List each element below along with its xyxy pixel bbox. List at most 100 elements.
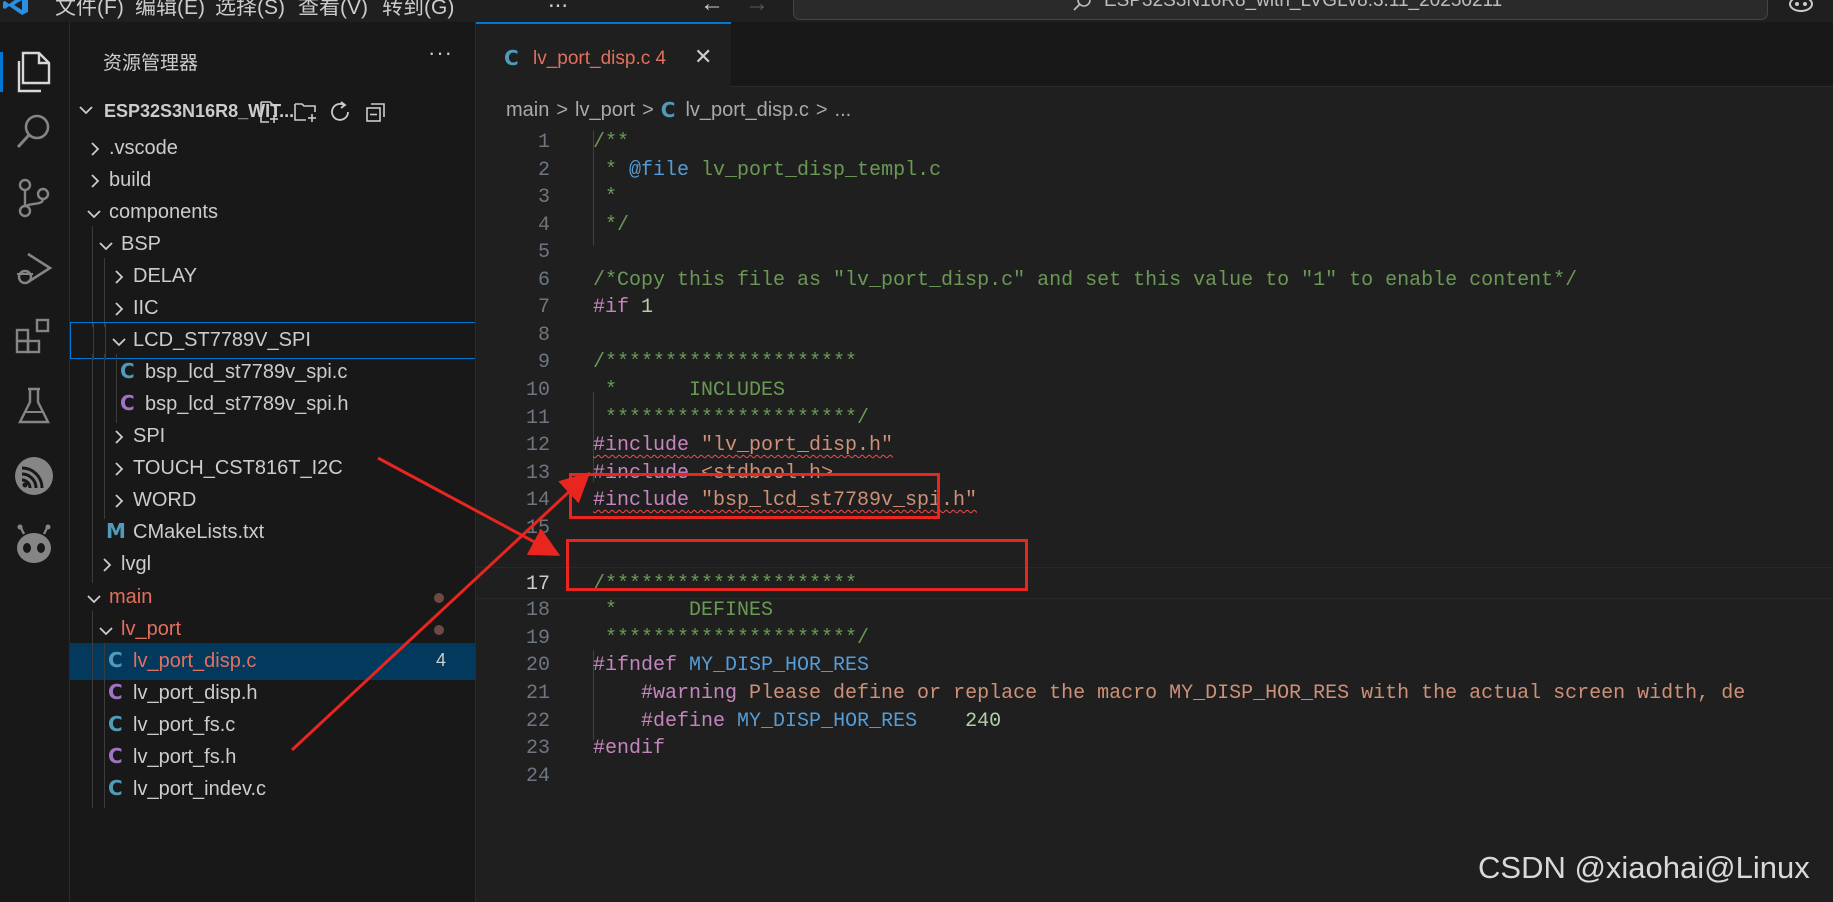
espressif-icon[interactable]: [10, 452, 58, 500]
code-text: * @file lv_port_disp_templ.c: [593, 158, 942, 182]
command-center[interactable]: ESP32S3N16R8_with_LVGLv8.3.11_20250211: [793, 0, 1768, 20]
c-file-icon: C: [660, 98, 676, 122]
tree-item-label: TOUCH_CST816T_I2C: [133, 457, 343, 479]
c-file-icon: C: [108, 776, 123, 800]
extensions-icon[interactable]: [10, 312, 58, 360]
tab-lv-port-disp-c[interactable]: C lv_port_disp.c 4 ✕: [476, 22, 731, 88]
collapse-all-icon[interactable]: [362, 98, 390, 126]
search-icon[interactable]: [10, 108, 58, 156]
c-file-icon: C: [504, 46, 519, 70]
csdn-watermark: CSDN @xiaohai@Linux: [1478, 850, 1810, 885]
chevron-right-icon: [115, 462, 124, 476]
source-control-icon[interactable]: [10, 174, 58, 222]
menu-file[interactable]: 文件(F): [55, 0, 124, 21]
line-number: 8: [537, 323, 550, 347]
tree-item-label: SPI: [133, 425, 166, 447]
vscode-logo-icon[interactable]: [2, 0, 30, 16]
tree-item-label: lv_port: [121, 618, 182, 640]
refresh-icon[interactable]: [327, 98, 355, 126]
chevron-right-icon: >: [642, 98, 654, 121]
back-arrow-icon[interactable]: ←: [700, 0, 724, 18]
line-number: 23: [525, 737, 550, 761]
line-number: 2: [537, 158, 550, 182]
menu-go[interactable]: 转到(G): [382, 0, 454, 21]
menu-selection[interactable]: 选择(S): [215, 0, 285, 21]
breadcrumb-main[interactable]: main: [506, 99, 549, 122]
problem-count-badge: 4: [436, 650, 447, 670]
c-file-icon: C: [120, 359, 135, 383]
line-number: 5: [537, 241, 550, 265]
tree-item-label: lv_port_fs.c: [133, 714, 236, 736]
line-number: 22: [525, 709, 550, 733]
new-folder-icon[interactable]: [292, 98, 320, 126]
tree-item-label: WORD: [133, 489, 197, 511]
tree-item-label: bsp_lcd_st7789v_spi.h: [145, 393, 349, 415]
workspace-folder-header[interactable]: ESP32S3N16R8_WIT...: [70, 92, 475, 130]
tree-item-label: IIC: [133, 297, 159, 319]
run-debug-icon[interactable]: [10, 244, 58, 292]
title-bar: 文件(F) 编辑(E) 选择(S) 查看(V) 转到(G) ... ← → ES…: [0, 0, 1833, 22]
line-number: 19: [525, 626, 550, 650]
highlight-box-lv-port-disp-include: [569, 473, 940, 519]
new-file-icon[interactable]: [255, 98, 283, 126]
modified-dot: [434, 625, 444, 635]
c-file-icon: C: [108, 648, 123, 672]
line-number: 18: [525, 599, 550, 623]
tree-item-lv-port-indev-c[interactable]: C lv_port_indev.c: [70, 771, 475, 808]
line-number: 12: [525, 434, 550, 458]
explorer-more-icon[interactable]: ···: [428, 40, 453, 66]
tree-item-label: components: [109, 201, 218, 223]
code-text: #if 1: [593, 296, 654, 320]
tree-item-label: build: [109, 169, 152, 191]
breadcrumb-lv-port[interactable]: lv_port: [575, 99, 635, 122]
tree-item-lvgl[interactable]: lvgl: [70, 546, 475, 583]
close-icon[interactable]: ✕: [694, 44, 712, 70]
line-number: 7: [537, 296, 550, 320]
code-text: *********************/: [593, 626, 870, 650]
line-number: 17: [525, 572, 550, 596]
indent-guide: [92, 546, 93, 583]
code-text: #ifndef MY_DISP_HOR_RES: [593, 654, 870, 678]
code-text: *********************/: [593, 406, 870, 430]
menu-view[interactable]: 查看(V): [298, 0, 368, 21]
chevron-right-icon: >: [556, 98, 569, 121]
line-number: 4: [537, 213, 550, 237]
code-text: * DEFINES: [593, 599, 774, 623]
line-number: 9: [537, 351, 550, 375]
breadcrumb-file[interactable]: lv_port_disp.c: [685, 99, 808, 122]
platformio-icon[interactable]: [10, 522, 58, 570]
line-number: 13: [525, 461, 550, 485]
code-line[interactable]: 24: [476, 760, 1833, 792]
menu-edit[interactable]: 编辑(E): [135, 0, 205, 21]
tree-item-label: bsp_lcd_st7789v_spi.c: [145, 361, 348, 383]
tree-item-label: DELAY: [133, 265, 198, 287]
indent-guide: [104, 771, 105, 808]
tree-item-label: BSP: [121, 233, 162, 255]
code-text: #define MY_DISP_HOR_RES 240: [641, 709, 1002, 733]
indent-guide: [92, 771, 93, 808]
explorer-sidebar: 资源管理器 ··· ESP32S3N16R8_WIT... .vscode bu…: [70, 22, 476, 902]
code-text: #include "lv_port_disp.h": [593, 434, 894, 458]
c-file-icon: C: [108, 712, 123, 736]
tree-item-label: LCD_ST7789V_SPI: [133, 329, 311, 351]
line-number: 11: [525, 406, 550, 430]
code-text: /*Copy this file as "lv_port_disp.c" and…: [593, 268, 1578, 292]
chevron-down-icon: [87, 210, 101, 219]
chevron-right-icon: [103, 558, 112, 572]
forward-arrow-icon[interactable]: →: [745, 0, 769, 18]
chevron-right-icon: >: [815, 98, 828, 121]
search-icon: [1073, 0, 1091, 11]
menu-more[interactable]: ...: [548, 0, 568, 14]
copilot-icon[interactable]: [1788, 0, 1814, 12]
chevron-right-icon: [115, 270, 124, 284]
code-text: /*********************: [593, 351, 858, 375]
explorer-icon[interactable]: [0, 48, 58, 96]
code-text: */: [593, 213, 630, 237]
chevron-down-icon: [99, 627, 113, 636]
activity-bar: [0, 22, 70, 902]
testing-icon[interactable]: [10, 382, 58, 430]
tree-item-label: CMakeLists.txt: [133, 521, 265, 543]
breadcrumb-symbols[interactable]: ...: [835, 99, 852, 122]
highlight-box-bsp-lcd-include: [566, 539, 1028, 591]
h-file-icon: C: [120, 391, 135, 415]
